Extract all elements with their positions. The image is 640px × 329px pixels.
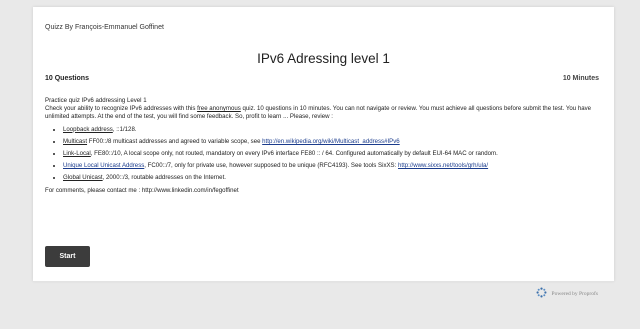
multicast-wiki-link[interactable]: http://en.wikipedia.org/wiki/Multicast_a… bbox=[262, 138, 400, 145]
topic-term-loopback: Loopback address bbox=[63, 125, 113, 133]
sixxs-tool-link[interactable]: http://www.sixxs.net/tools/grh/ula/ bbox=[398, 162, 488, 169]
quiz-duration: 10 Minutes bbox=[562, 75, 599, 82]
topic-item-loopback: Loopback address, ::1/128. bbox=[63, 126, 605, 134]
proprofs-logo-icon bbox=[536, 287, 547, 300]
quiz-card: Quizz By François-Emmanuel Goffinet IPv6… bbox=[33, 7, 614, 281]
intro-line-1: Practice quiz IPv6 addressing Level 1 bbox=[45, 97, 147, 104]
topic-term-link-local: Link-Local bbox=[63, 150, 91, 158]
question-count: 10 Questions bbox=[45, 75, 89, 82]
contact-text: For comments, please contact me : bbox=[45, 186, 142, 194]
topic-term-global: Global Unicast bbox=[63, 174, 103, 182]
intro-text-pre: Check your ability to recognize IPv6 add… bbox=[45, 105, 198, 113]
topic-term-multicast: Multicast bbox=[63, 137, 88, 145]
topic-term-ula-link[interactable]: Unique Local Unicast Address bbox=[63, 162, 144, 169]
topic-item-global: Global Unicast, 2000::/3, routable addre… bbox=[63, 174, 605, 182]
topic-item-link-local: Link-Local, FE80::/10, A local scope onl… bbox=[63, 150, 605, 158]
contact-line: For comments, please contact me : http:/… bbox=[45, 187, 605, 195]
topic-text-global: , 2000::/3, routable addresses on the In… bbox=[102, 174, 226, 182]
topic-item-multicast: Multicast FF00::/8 multicast addresses a… bbox=[63, 138, 605, 146]
contact-link[interactable]: http://www.linkedin.com/in/fegoffinet bbox=[142, 187, 239, 194]
topic-list: Loopback address, ::1/128. Multicast FF0… bbox=[45, 126, 605, 183]
intro-paragraph: Check your ability to recognize IPv6 add… bbox=[45, 105, 605, 121]
topic-text-ula: , FC00::/7, only for private use, howeve… bbox=[144, 162, 398, 170]
page-title: IPv6 Adressing level 1 bbox=[257, 51, 390, 66]
topic-text-loopback: , ::1/128. bbox=[112, 125, 137, 133]
powered-by-text: Powered by Proprofs bbox=[551, 290, 598, 297]
quiz-description: Practice quiz IPv6 addressing Level 1 Ch… bbox=[45, 97, 605, 195]
topic-text-link-local: , FE80::/10, A local scope only, not rou… bbox=[90, 150, 498, 158]
free-anonymous-text: free anonymous bbox=[197, 105, 241, 113]
powered-by[interactable]: Powered by Proprofs bbox=[536, 287, 598, 300]
topic-text-multicast: FF00::/8 multicast addresses and agreed … bbox=[87, 137, 263, 145]
quiz-author: Quizz By François-Emmanuel Goffinet bbox=[45, 24, 164, 31]
topic-item-ula: Unique Local Unicast Address, FC00::/7, … bbox=[63, 162, 605, 170]
start-button[interactable]: Start bbox=[45, 246, 90, 267]
footer-divider bbox=[33, 281, 614, 282]
